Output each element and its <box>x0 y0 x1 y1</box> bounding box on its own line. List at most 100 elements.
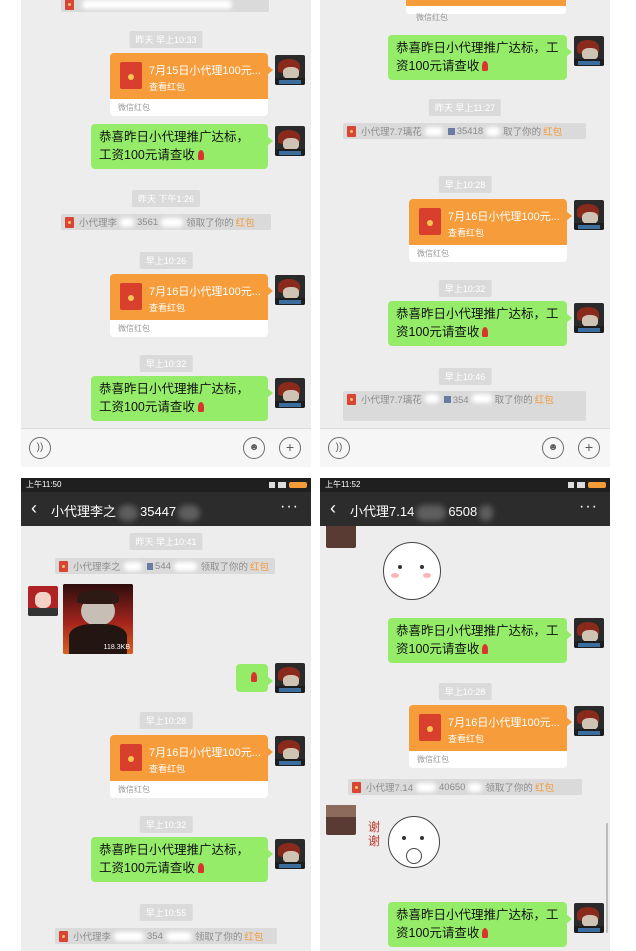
scrollbar[interactable] <box>606 823 608 933</box>
text-message[interactable]: 恭喜昨日小代理推广达标，工资100元请查收 <box>388 902 572 947</box>
chat-title-text: 6508 <box>448 504 478 519</box>
red-packet-message[interactable]: 7月15日小代理100元... 查看红包 微信红包 <box>110 53 273 116</box>
red-packet-footer: 微信红包 <box>110 99 268 116</box>
avatar[interactable] <box>275 55 305 85</box>
voice-icon[interactable]: )) <box>328 437 350 459</box>
plus-icon[interactable]: + <box>279 437 301 459</box>
red-packet-title: 7月16日小代理100元... <box>448 717 560 729</box>
contact-avatar[interactable] <box>28 586 58 616</box>
red-packet-link[interactable]: 红包 <box>250 559 269 573</box>
more-icon[interactable]: ··· <box>280 498 299 516</box>
timestamp: 昨天 早上10:41 <box>129 533 203 550</box>
avatar[interactable] <box>574 618 604 648</box>
avatar[interactable] <box>574 303 604 333</box>
red-packet-link[interactable]: 红包 <box>543 124 562 138</box>
red-packet-icon <box>59 930 68 942</box>
chat-title-text: 35447 <box>140 504 177 519</box>
avatar[interactable] <box>275 126 305 156</box>
back-icon[interactable]: ‹ <box>330 498 336 518</box>
contact-avatar[interactable] <box>326 526 356 548</box>
red-packet-message[interactable]: 7月16日小代理100元... 查看红包 微信红包 <box>110 735 273 798</box>
system-text: 3561 <box>137 216 159 228</box>
red-packet-link[interactable]: 红包 <box>236 215 255 229</box>
red-packet-subtitle: 查看红包 <box>448 734 485 744</box>
emoji-icon[interactable]: ☻ <box>542 437 564 459</box>
system-text: 小代理7.14 <box>366 783 413 794</box>
chat-title-bar: ‹ 小代理7.14 6508 ··· <box>320 492 610 526</box>
red-packet-icon <box>352 781 361 793</box>
avatar[interactable] <box>275 839 305 869</box>
input-bar: )) ☻ + <box>21 428 311 467</box>
red-packet-link[interactable]: 红包 <box>535 780 554 794</box>
timestamp: 早上10:46 <box>438 368 492 385</box>
chat-panel-2: 微信红包 恭喜昨日小代理推广达标，工资100元请查收 昨天 早上11:27 小代… <box>320 0 610 467</box>
text-message[interactable]: 恭喜昨日小代理推广达标，工资100元请查收 <box>91 124 273 169</box>
sticker-seal-icon <box>377 538 447 608</box>
system-text: 35418 <box>456 125 484 137</box>
red-packet-title: 7月16日小代理100元... <box>149 747 261 759</box>
input-bar: )) ☻ + <box>320 428 610 467</box>
avatar[interactable] <box>574 200 604 230</box>
plus-icon[interactable]: + <box>578 437 600 459</box>
chat-panel-3: 上午11:50 ‹ 小代理李之 35447 ··· 昨天 早上10:41 小代理李… <box>21 478 311 951</box>
message-text: 恭喜昨日小代理推广达标，工资100元请查收 <box>396 908 559 940</box>
rose-emoji-icon <box>197 402 204 412</box>
text-message[interactable]: 恭喜昨日小代理推广达标，工资100元请查收 <box>388 35 572 80</box>
red-packet-icon <box>65 0 74 10</box>
rose-emoji-icon <box>482 644 489 654</box>
timestamp: 早上10:55 <box>139 904 193 921</box>
system-text: 小代理李 <box>73 932 112 943</box>
red-packet-link[interactable]: 红包 <box>244 929 263 943</box>
red-packet-subtitle: 查看红包 <box>149 82 186 92</box>
avatar[interactable] <box>275 275 305 305</box>
emoji-message[interactable] <box>236 664 273 692</box>
system-text: 小代理李 <box>79 218 118 229</box>
text-message[interactable]: 恭喜昨日小代理推广达标，工资100元请查收 <box>91 837 273 882</box>
timestamp: 昨天 早上11:27 <box>428 99 502 116</box>
red-packet-icon <box>347 394 356 405</box>
text-message[interactable]: 恭喜昨日小代理推广达标，工资100元请查收 <box>388 301 572 346</box>
emoji-icon[interactable]: ☻ <box>243 437 265 459</box>
system-text: 354 <box>452 395 469 406</box>
avatar[interactable] <box>275 663 305 693</box>
rose-emoji-icon <box>197 863 204 873</box>
status-bar: 上午11:50 <box>21 478 311 492</box>
avatar[interactable] <box>275 736 305 766</box>
message-text: 恭喜昨日小代理推广达标，工资100元请查收 <box>99 130 250 162</box>
system-message-cut <box>61 0 269 12</box>
timestamp: 早上10:28 <box>438 683 492 700</box>
red-packet-subtitle: 查看红包 <box>149 764 186 774</box>
red-packet-link[interactable]: 红包 <box>535 395 554 406</box>
red-packet-message[interactable]: 7月16日小代理100元... 查看红包 微信红包 <box>409 705 572 768</box>
timestamp: 早上10:28 <box>438 176 492 193</box>
image-message[interactable]: 118.3KB <box>63 584 133 654</box>
red-packet-title: 7月16日小代理100元... <box>448 211 560 223</box>
more-icon[interactable]: ··· <box>579 498 598 516</box>
contact-avatar[interactable] <box>326 805 356 835</box>
system-text: 小代理7.7璃花 <box>361 395 422 406</box>
red-packet-footer: 微信红包 <box>110 781 268 798</box>
avatar[interactable] <box>574 36 604 66</box>
system-message: 小代理7.7璃花 354 取了你的 红包 <box>343 391 586 421</box>
voice-icon[interactable]: )) <box>29 437 51 459</box>
chat-title-bar: ‹ 小代理李之 35447 ··· <box>21 492 311 526</box>
message-text: 恭喜昨日小代理推广达标，工资100元请查收 <box>396 41 559 73</box>
back-icon[interactable]: ‹ <box>31 498 37 518</box>
chat-title: 小代理7.14 6508 <box>350 501 495 521</box>
red-packet-message[interactable]: 7月16日小代理100元... 查看红包 微信红包 <box>409 199 572 262</box>
status-time: 上午11:50 <box>26 480 62 489</box>
text-message[interactable]: 恭喜昨日小代理推广达标，工资100元请查收 <box>91 376 273 421</box>
message-text: 恭喜昨日小代理推广达标，工资100元请查收 <box>396 624 559 656</box>
red-packet-footer: 微信红包 <box>409 751 567 768</box>
red-packet-footer: 微信红包 <box>416 13 448 22</box>
red-packet-message[interactable]: 7月16日小代理100元... 查看红包 微信红包 <box>110 274 273 337</box>
avatar[interactable] <box>574 903 604 933</box>
sticker-text: 谢谢 <box>368 820 381 848</box>
avatar[interactable] <box>574 706 604 736</box>
rose-emoji-icon <box>482 61 489 71</box>
chat-panel-4: 上午11:52 ‹ 小代理7.14 6508 ··· 恭喜昨日小代理推广达标，工资… <box>320 478 610 951</box>
text-message[interactable]: 恭喜昨日小代理推广达标，工资100元请查收 <box>388 618 572 663</box>
system-text: 领取了你的 <box>485 783 533 794</box>
avatar[interactable] <box>275 378 305 408</box>
system-text: 544 <box>155 560 171 572</box>
